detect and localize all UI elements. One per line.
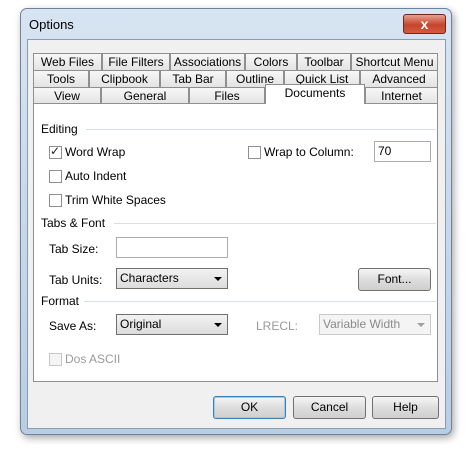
tab-units-value: Characters <box>120 271 179 285</box>
tab-units-label: Tab Units: <box>49 273 103 287</box>
window-title: Options <box>29 17 74 32</box>
tab-tab-bar[interactable]: Tab Bar <box>160 70 226 87</box>
tab-files[interactable]: Files <box>189 87 265 104</box>
editing-divider <box>86 129 436 130</box>
auto-indent-checkbox[interactable] <box>49 170 62 183</box>
tab-associations[interactable]: Associations <box>170 53 245 70</box>
chevron-down-icon <box>417 323 425 327</box>
format-divider <box>84 301 436 302</box>
ok-button[interactable]: OK <box>213 396 286 419</box>
trim-white-spaces-label: Trim White Spaces <box>65 193 166 207</box>
format-heading: Format <box>41 294 80 308</box>
tab-clipbook[interactable]: Clipbook <box>89 70 160 87</box>
tab-toolbar[interactable]: Toolbar <box>297 53 351 70</box>
close-button[interactable]: x <box>403 14 446 34</box>
trim-white-spaces-checkbox[interactable] <box>49 194 62 207</box>
chevron-down-icon <box>214 277 222 281</box>
tab-colors[interactable]: Colors <box>245 53 297 70</box>
save-as-value: Original <box>120 317 162 331</box>
word-wrap-label: Word Wrap <box>65 145 126 159</box>
tab-shortcut-menu[interactable]: Shortcut Menu <box>351 53 438 70</box>
wrap-to-column-label: Wrap to Column: <box>264 145 354 159</box>
tab-size-label: Tab Size: <box>49 242 99 256</box>
tab-advanced[interactable]: Advanced <box>360 70 438 87</box>
wrap-to-column-checkbox[interactable] <box>248 146 261 159</box>
tabs-font-heading: Tabs & Font <box>41 216 106 230</box>
wrap-column-input[interactable]: 70 <box>374 141 431 162</box>
tabs-font-divider <box>114 223 436 224</box>
lrecl-value: Variable Width <box>323 317 401 331</box>
font-button[interactable]: Font... <box>358 268 431 291</box>
tab-units-select[interactable]: Characters <box>116 268 228 289</box>
tab-documents[interactable]: Documents <box>265 84 365 104</box>
dialog-client-area: Web Files File Filters Associations Colo… <box>27 39 446 429</box>
tab-web-files[interactable]: Web Files <box>33 53 102 70</box>
tab-general[interactable]: General <box>101 87 189 104</box>
options-dialog: Options x Web Files File Filters Associa… <box>20 8 452 435</box>
save-as-label: Save As: <box>49 319 97 333</box>
documents-tab-page: Editing Word Wrap Wrap to Column: 70 Aut… <box>33 103 438 382</box>
save-as-select[interactable]: Original <box>116 314 228 335</box>
tab-size-input[interactable] <box>116 237 228 258</box>
editing-heading: Editing <box>41 122 78 136</box>
tab-view[interactable]: View <box>33 87 101 104</box>
word-wrap-checkbox[interactable] <box>49 144 62 159</box>
dos-ascii-checkbox[interactable] <box>49 353 62 366</box>
tab-internet[interactable]: Internet <box>365 87 438 104</box>
help-button[interactable]: Help <box>372 396 439 419</box>
lrecl-label: LRECL: <box>256 319 299 333</box>
auto-indent-label: Auto Indent <box>65 169 127 183</box>
lrecl-select[interactable]: Variable Width <box>319 314 431 335</box>
tab-file-filters[interactable]: File Filters <box>102 53 170 70</box>
chevron-down-icon <box>214 323 222 327</box>
cancel-button[interactable]: Cancel <box>293 396 366 419</box>
tab-tools[interactable]: Tools <box>33 70 89 87</box>
dos-ascii-label: Dos ASCII <box>65 352 121 366</box>
